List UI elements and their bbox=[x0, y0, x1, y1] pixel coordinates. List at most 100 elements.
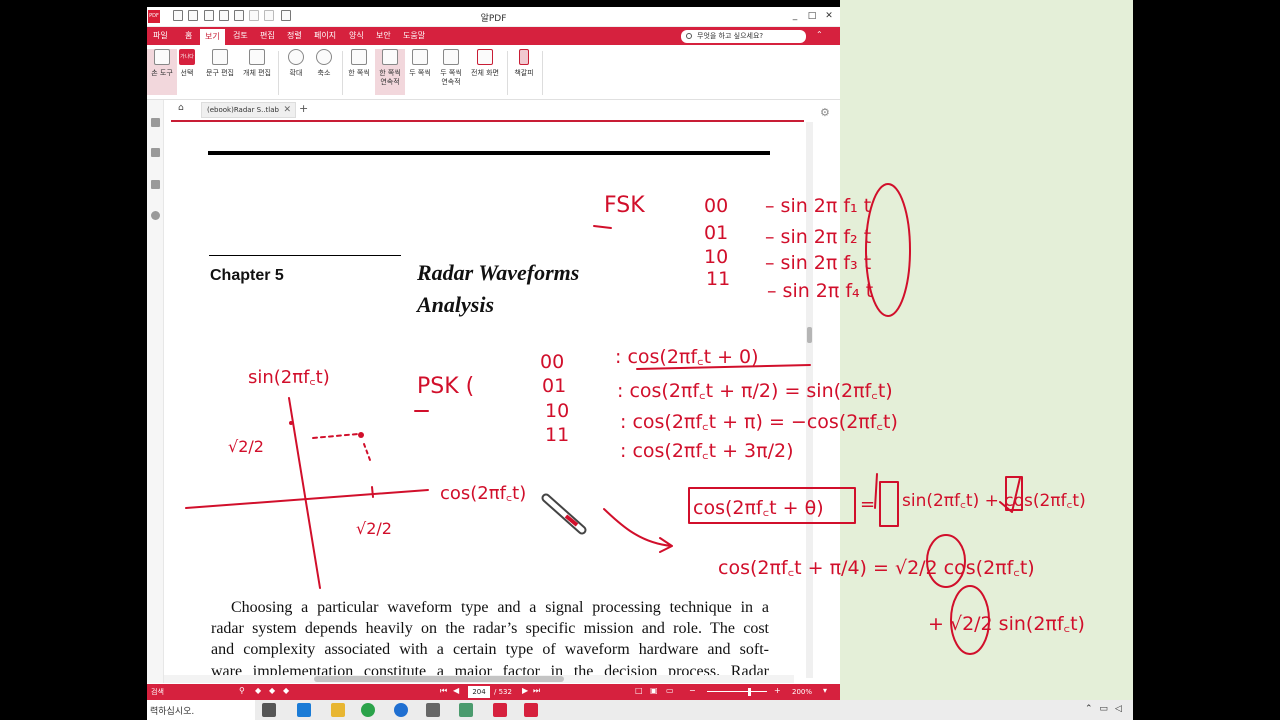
ribbon-separator bbox=[507, 51, 508, 95]
menu-form[interactable]: 양식 bbox=[349, 30, 364, 41]
network-icon[interactable]: ▭ bbox=[1099, 704, 1108, 714]
first-page-icon[interactable]: ⏮ bbox=[440, 686, 447, 696]
app-icon[interactable] bbox=[459, 703, 473, 717]
two-page-continuous-button[interactable]: 두 쪽씩 연속적 bbox=[436, 49, 466, 87]
select-tool-button[interactable]: 가나다 선택 bbox=[172, 49, 202, 78]
chrome-icon[interactable] bbox=[361, 703, 375, 717]
single-page-button[interactable]: 한 쪽씩 bbox=[344, 49, 374, 78]
new-tab-button[interactable]: + bbox=[299, 102, 308, 115]
document-tab[interactable]: (ebook)Radar S..tlab ✕ bbox=[201, 102, 296, 118]
page-number-input[interactable]: 204 bbox=[468, 686, 490, 698]
single-page-continuous-icon bbox=[382, 49, 398, 65]
zoom-in-button[interactable]: 확대 bbox=[281, 49, 311, 78]
search-icon bbox=[686, 33, 692, 39]
close-button[interactable]: ✕ bbox=[822, 9, 836, 23]
maximize-button[interactable]: □ bbox=[805, 9, 819, 23]
chapter-label: Chapter 5 bbox=[210, 267, 284, 284]
calculator-icon[interactable] bbox=[426, 703, 440, 717]
last-page-icon[interactable]: ⏭ bbox=[533, 686, 540, 696]
find-icon[interactable]: ⚲ bbox=[239, 686, 245, 695]
ribbon-separator bbox=[342, 51, 343, 95]
menu-help[interactable]: 도움말 bbox=[403, 30, 425, 41]
ribbon-separator bbox=[278, 51, 279, 95]
zoom-out-small-icon[interactable]: − bbox=[689, 686, 696, 695]
zoom-in-small-icon[interactable]: + bbox=[774, 686, 781, 695]
chapter-title-line-2: Analysis bbox=[417, 292, 495, 317]
marker-icon[interactable]: ◆ bbox=[283, 686, 289, 695]
ribbon-toolbar: 손 도구 가나다 선택 문구 편집 개체 편집 확대 축소 한 쪽씩 한 쪽씩 … bbox=[147, 45, 840, 100]
chevron-up-icon[interactable]: ⌃ bbox=[1085, 704, 1093, 714]
full-screen-button[interactable]: 전체 화면 bbox=[468, 49, 502, 78]
menu-file[interactable]: 파일 bbox=[153, 30, 168, 41]
menu-arrange[interactable]: 정렬 bbox=[287, 30, 302, 41]
body-text-line: radar system depends heavily on the rada… bbox=[211, 620, 769, 637]
close-tab-icon[interactable]: ✕ bbox=[283, 105, 291, 115]
menu-view[interactable]: 보기 bbox=[200, 29, 225, 45]
single-page-continuous-button[interactable]: 한 쪽씩 연속적 bbox=[375, 49, 405, 95]
edit-object-button[interactable]: 개체 편집 bbox=[242, 49, 272, 78]
speaker-icon[interactable]: ◁ bbox=[1115, 704, 1122, 714]
menu-review[interactable]: 검토 bbox=[233, 30, 248, 41]
status-search-label: 검색 bbox=[151, 688, 164, 696]
menu-security[interactable]: 보안 bbox=[376, 30, 391, 41]
alpdf-taskbar-icon[interactable] bbox=[493, 703, 507, 717]
bookmark-panel-icon[interactable] bbox=[151, 148, 160, 157]
zoom-slider-thumb[interactable] bbox=[748, 688, 751, 696]
edit-text-label: 문구 편집 bbox=[206, 69, 234, 77]
settings-gear-icon[interactable]: ⚙ bbox=[820, 106, 830, 119]
zoom-level[interactable]: 200% bbox=[792, 688, 812, 696]
zoom-in-label: 확대 bbox=[289, 69, 303, 77]
next-result-icon[interactable]: ◆ bbox=[269, 686, 275, 695]
bookmark-button[interactable]: 책갈피 bbox=[509, 49, 539, 78]
edit-text-button[interactable]: 문구 편집 bbox=[205, 49, 235, 78]
home-icon[interactable]: ⌂ bbox=[178, 103, 184, 113]
edit-object-label: 개체 편집 bbox=[243, 69, 271, 77]
menu-home[interactable]: 홈 bbox=[185, 30, 192, 41]
ribbon-separator bbox=[542, 51, 543, 95]
mail-icon[interactable] bbox=[297, 703, 311, 717]
search-panel-icon[interactable] bbox=[151, 211, 160, 220]
prev-page-icon[interactable]: ◀ bbox=[453, 686, 459, 695]
actual-size-icon[interactable]: ▭ bbox=[666, 686, 674, 695]
menu-edit[interactable]: 편집 bbox=[260, 30, 275, 41]
single-page-label: 한 쪽씩 bbox=[348, 69, 370, 77]
vertical-scrollbar[interactable] bbox=[804, 120, 840, 683]
task-view-icon[interactable] bbox=[262, 703, 276, 717]
status-bar: 검색 ⚲ ◆ ◆ ◆ ⏮ ◀ 204 / 532 ▶ ⏭ □ ▣ ▭ − + 2… bbox=[147, 684, 840, 700]
chapter-rule bbox=[209, 255, 401, 256]
document-view[interactable]: Chapter 5 Radar Waveforms Analysis Choos… bbox=[164, 120, 840, 683]
fit-page-icon[interactable]: □ bbox=[635, 686, 643, 695]
zoom-dropdown-icon[interactable]: ▾ bbox=[823, 686, 827, 695]
windows-taskbar: 력하십시오. ⌃ ▭ ◁ bbox=[147, 700, 1133, 720]
screen: PDF 알PDF _ □ ✕ 파일 홈 보기 검토 편집 정렬 페이지 양식 보… bbox=[0, 0, 1280, 720]
prev-result-icon[interactable]: ◆ bbox=[255, 686, 261, 695]
two-page-label: 두 쪽씩 bbox=[409, 69, 431, 77]
user-app-icon[interactable] bbox=[524, 703, 538, 717]
thumbnail-panel-icon[interactable] bbox=[151, 118, 160, 127]
horizontal-scrollbar[interactable] bbox=[164, 675, 794, 683]
zoom-out-button[interactable]: 축소 bbox=[309, 49, 339, 78]
horizontal-scroll-thumb[interactable] bbox=[314, 676, 564, 682]
page-header-rule bbox=[208, 151, 770, 155]
menu-bar: 파일 홈 보기 검토 편집 정렬 페이지 양식 보안 도움말 무엇을 하고 싶으… bbox=[147, 27, 840, 45]
document-tab-title: (ebook)Radar S..tlab bbox=[207, 106, 279, 114]
minimize-button[interactable]: _ bbox=[788, 9, 802, 23]
fit-width-icon[interactable]: ▣ bbox=[650, 686, 658, 695]
ribbon-collapse-button[interactable]: ⌃ bbox=[816, 30, 823, 39]
system-tray[interactable]: ⌃ ▭ ◁ bbox=[1085, 704, 1122, 714]
zoom-slider-track[interactable] bbox=[707, 691, 767, 692]
two-page-icon bbox=[412, 49, 428, 65]
menu-page[interactable]: 페이지 bbox=[314, 30, 336, 41]
vertical-scroll-thumb[interactable] bbox=[807, 327, 812, 343]
two-page-button[interactable]: 두 쪽씩 bbox=[405, 49, 435, 78]
file-explorer-icon[interactable] bbox=[331, 703, 345, 717]
whiteboard-background bbox=[840, 0, 1133, 720]
taskbar-search-box[interactable]: 력하십시오. bbox=[147, 700, 255, 720]
next-page-icon[interactable]: ▶ bbox=[522, 686, 528, 695]
pdf-app-window: PDF 알PDF _ □ ✕ 파일 홈 보기 검토 편집 정렬 페이지 양식 보… bbox=[147, 7, 840, 700]
comment-panel-icon[interactable] bbox=[151, 180, 160, 189]
help-search-input[interactable]: 무엇을 하고 싶으세요? bbox=[681, 30, 806, 43]
page-total: / 532 bbox=[494, 688, 512, 696]
edge-icon[interactable] bbox=[394, 703, 408, 717]
body-text-line: Choosing a particular waveform type and … bbox=[231, 599, 769, 616]
